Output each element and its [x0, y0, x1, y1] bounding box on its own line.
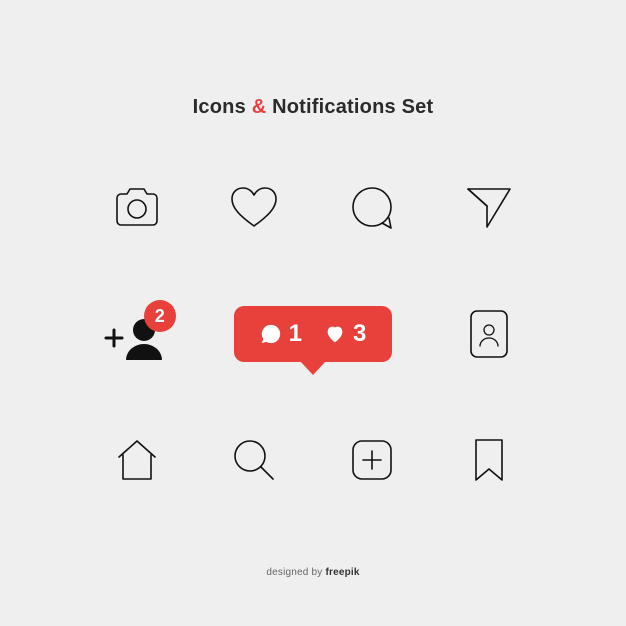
bubble-likes-count: 3	[353, 320, 366, 348]
add-post-icon	[313, 424, 431, 496]
send-icon	[431, 172, 549, 244]
bubble-likes: 3	[324, 320, 366, 348]
bubble-comments-count: 1	[289, 320, 302, 348]
credit-brand: freepik	[325, 567, 359, 578]
title-ampersand: &	[252, 96, 267, 118]
comment-icon	[313, 172, 431, 244]
title-part2: Notifications Set	[272, 96, 433, 118]
add-follower-notification: 2	[78, 286, 196, 382]
icon-grid: 2 1 3	[78, 172, 548, 496]
heart-filled-icon	[324, 323, 346, 345]
title-part1: Icons	[193, 96, 246, 118]
camera-icon	[78, 172, 196, 244]
contact-card-icon	[431, 286, 549, 382]
home-icon	[78, 424, 196, 496]
comment-filled-icon	[260, 323, 282, 345]
page-title: Icons & Notifications Set	[0, 0, 626, 119]
search-icon	[196, 424, 314, 496]
heart-icon	[196, 172, 314, 244]
bubble-comments: 1	[260, 320, 302, 348]
follower-count-badge: 2	[144, 300, 176, 332]
credit-line: designed by freepik	[0, 567, 626, 578]
bookmark-icon	[431, 424, 549, 496]
credit-prefix: designed by	[266, 567, 325, 578]
activity-bubble-notification: 1 3	[196, 286, 431, 382]
